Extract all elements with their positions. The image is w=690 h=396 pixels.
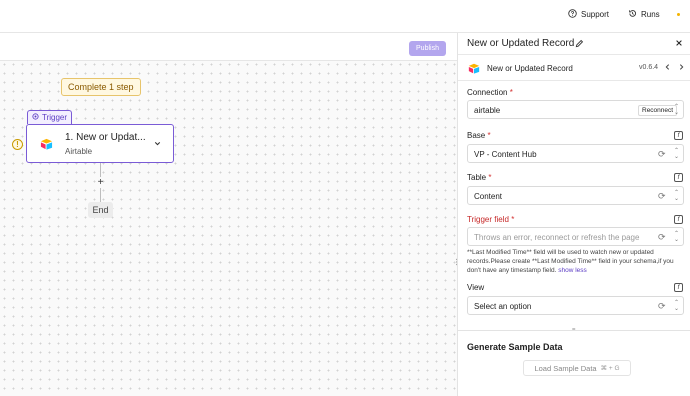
dynamic-value-toggle-icon[interactable]: f	[674, 173, 683, 182]
top-bar: Support Runs	[0, 0, 690, 33]
step-settings-panel: New or Updated Record New or Updated Rec…	[457, 33, 690, 396]
load-sample-data-button[interactable]: Load Sample Data ⌘ + G	[523, 360, 631, 376]
version-label: v0.6.4	[639, 64, 659, 71]
select-arrows-icon: ⌃ ⌄	[674, 148, 680, 160]
canvas-toolbar: Publish	[0, 33, 457, 61]
chevron-left-icon[interactable]	[664, 63, 671, 73]
dynamic-value-toggle-icon[interactable]: f	[674, 283, 683, 292]
support-label: Support	[581, 10, 610, 19]
airtable-logo-icon	[468, 63, 480, 76]
refresh-icon[interactable]: ⟳	[658, 149, 666, 160]
end-node: End	[88, 202, 113, 218]
history-icon	[628, 9, 637, 20]
chevron-right-icon[interactable]	[678, 63, 685, 73]
trigger-field-description: **Last Modified Time** field will be use…	[467, 249, 674, 274]
reconnect-button[interactable]: Reconnect	[638, 105, 678, 116]
refresh-icon[interactable]: ⟳	[658, 191, 666, 202]
trigger-field-select[interactable]: Throws an error, reconnect or refresh th…	[467, 227, 684, 246]
table-label: Table *	[467, 173, 492, 182]
view-value: Select an option	[474, 302, 532, 311]
show-less-link[interactable]: show less	[558, 267, 587, 274]
dynamic-value-toggle-icon[interactable]: f	[674, 131, 683, 140]
dynamic-value-toggle-icon[interactable]: f	[674, 215, 683, 224]
add-step-button[interactable]: +	[95, 177, 106, 188]
step-title: 1. New or Updat...	[65, 132, 146, 143]
warning-icon[interactable]: !	[12, 139, 23, 150]
step-subtitle: Airtable	[65, 147, 93, 156]
refresh-icon[interactable]: ⟳	[658, 301, 666, 312]
view-select[interactable]: Select an option ⟳ ⌃ ⌄	[467, 296, 684, 315]
select-arrows-icon: ⌃ ⌄	[674, 231, 680, 243]
view-label: View	[467, 283, 485, 292]
select-arrows-icon: ⌃ ⌄	[674, 104, 680, 116]
help-circle-icon	[568, 9, 577, 20]
select-arrows-icon: ⌃ ⌄	[674, 300, 680, 312]
trigger-icon	[32, 113, 39, 122]
load-sample-data-label: Load Sample Data	[534, 363, 597, 373]
flow-canvas[interactable]: Publish Complete 1 step Trigger ! 1. New…	[0, 33, 457, 396]
refresh-icon[interactable]: ⟳	[658, 232, 666, 243]
connection-select[interactable]: airtable Reconnect ⌃ ⌄	[467, 100, 684, 119]
close-icon[interactable]	[675, 39, 683, 50]
base-select[interactable]: VP - Content Hub ⟳ ⌃ ⌄	[467, 144, 684, 163]
select-arrows-icon: ⌃ ⌄	[674, 190, 680, 202]
publish-button[interactable]: Publish	[409, 41, 446, 56]
connection-value: airtable	[474, 106, 501, 115]
trigger-field-label: Trigger field *	[467, 215, 515, 224]
notification-dot	[677, 13, 680, 16]
keyboard-shortcut: ⌘ + G	[600, 365, 620, 372]
trigger-tag-label: Trigger	[42, 113, 68, 122]
base-label: Base *	[467, 131, 491, 140]
trigger-field-placeholder: Throws an error, reconnect or refresh th…	[474, 233, 640, 242]
base-value: VP - Content Hub	[474, 150, 537, 159]
panel-title: New or Updated Record	[467, 38, 575, 49]
connector-line	[100, 188, 101, 202]
pencil-icon[interactable]	[575, 39, 584, 50]
resize-handle-icon[interactable]: =	[572, 327, 578, 333]
step-name: New or Updated Record	[487, 64, 573, 73]
airtable-logo-icon	[40, 138, 53, 152]
runs-button[interactable]: Runs	[628, 9, 660, 20]
table-select[interactable]: Content ⟳ ⌃ ⌄	[467, 186, 684, 205]
panel-header: New or Updated Record	[458, 33, 690, 55]
table-value: Content	[474, 192, 503, 201]
generate-sample-data-title: Generate Sample Data	[467, 342, 563, 352]
panel-step-info: New or Updated Record v0.6.4	[458, 55, 690, 81]
support-button[interactable]: Support	[568, 9, 609, 20]
connection-label: Connection *	[467, 88, 513, 97]
connector-line	[100, 163, 101, 177]
chevron-down-icon[interactable]	[153, 139, 162, 150]
runs-label: Runs	[641, 10, 660, 19]
trigger-tag: Trigger	[27, 110, 73, 124]
complete-step-badge: Complete 1 step	[61, 78, 141, 96]
step-card-trigger[interactable]: 1. New or Updat... Airtable	[26, 124, 174, 163]
